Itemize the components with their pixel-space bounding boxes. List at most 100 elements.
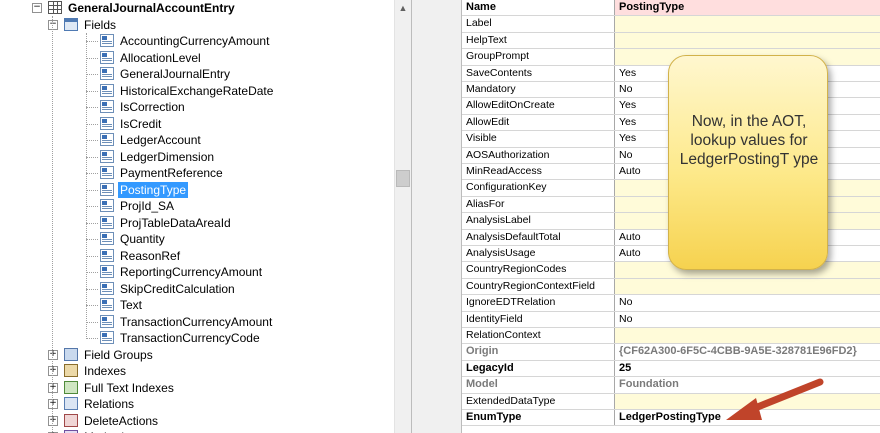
expand-icon[interactable]: + bbox=[48, 399, 58, 409]
property-name: AnalysisLabel bbox=[462, 213, 615, 229]
property-name: ConfigurationKey bbox=[462, 180, 615, 196]
expand-icon[interactable]: + bbox=[48, 382, 58, 393]
tree-node-postingtype[interactable]: PostingType bbox=[0, 181, 394, 198]
property-row-origin[interactable]: Origin {CF62A300-6F5C-4CBB-9A5E-328781E96… bbox=[462, 344, 880, 361]
tree-node-transactioncurrencyamount[interactable]: TransactionCurrencyAmount bbox=[0, 314, 394, 330]
property-name: Visible bbox=[462, 131, 615, 147]
property-row-identityfield[interactable]: IdentityField No bbox=[462, 311, 880, 328]
tree-scrollbar[interactable]: ▲ bbox=[394, 0, 411, 433]
tree-node-label: IsCredit bbox=[120, 116, 162, 131]
tree-node-accountingcurrencyamount[interactable]: AccountingCurrencyAmount bbox=[0, 33, 394, 49]
expand-icon[interactable]: + bbox=[48, 349, 58, 360]
field-icon bbox=[100, 67, 114, 80]
tree-connector bbox=[86, 239, 98, 240]
tree-node-label: HistoricalExchangeRateDate bbox=[120, 83, 274, 98]
property-name: RelationContext bbox=[462, 328, 615, 344]
tree-connector bbox=[86, 107, 98, 108]
tree-node-full-text-indexes[interactable]: + Full Text Indexes bbox=[0, 380, 394, 396]
tree-node-transactioncurrencycode[interactable]: TransactionCurrencyCode bbox=[0, 330, 394, 346]
property-value[interactable] bbox=[615, 328, 880, 344]
indexes-icon bbox=[64, 364, 78, 377]
tree-connector bbox=[86, 123, 98, 125]
property-row-name[interactable]: Name PostingType bbox=[462, 0, 880, 17]
field-icon bbox=[100, 182, 114, 196]
property-name: AnalysisUsage bbox=[462, 246, 615, 262]
tree-node-indexes[interactable]: + Indexes bbox=[0, 363, 394, 379]
tree-node-quantity[interactable]: Quantity bbox=[0, 231, 394, 247]
tree-node-reportingcurrencyamount[interactable]: ReportingCurrencyAmount bbox=[0, 264, 394, 280]
full-text-indexes-icon bbox=[64, 380, 78, 394]
tree-node-label: GeneralJournalEntry bbox=[120, 67, 231, 81]
tree-node-fields[interactable]: − Fields bbox=[0, 17, 394, 33]
property-name: Model bbox=[462, 377, 615, 393]
property-value[interactable] bbox=[615, 32, 880, 49]
property-name: EnumType bbox=[462, 410, 615, 426]
property-row-ignoreedtrelation[interactable]: IgnoreEDTRelation No bbox=[462, 295, 880, 312]
property-value[interactable]: {CF62A300-6F5C-4CBB-9A5E-328781E96FD2} bbox=[615, 344, 880, 359]
tree-connector bbox=[86, 189, 98, 191]
field-icon bbox=[100, 265, 114, 278]
property-row-countryregioncontextfield[interactable]: CountryRegionContextField bbox=[462, 278, 880, 296]
relations-icon bbox=[64, 397, 78, 410]
tree-node-label: PaymentReference bbox=[120, 166, 223, 180]
tree-node-iscorrection[interactable]: IsCorrection bbox=[0, 99, 394, 115]
property-value[interactable] bbox=[615, 16, 880, 32]
tree-node-methods[interactable]: +Methods bbox=[0, 429, 394, 433]
tree-node-deleteactions[interactable]: + DeleteActions bbox=[0, 413, 394, 429]
tree-node-label: ReasonRef bbox=[120, 248, 181, 263]
tree-connector bbox=[86, 222, 98, 224]
tree-node-ledgeraccount[interactable]: LedgerAccount bbox=[0, 132, 394, 148]
table-icon bbox=[48, 1, 62, 14]
field-icon bbox=[100, 232, 114, 245]
splitter[interactable] bbox=[411, 0, 462, 433]
tree-node-paymentreference[interactable]: PaymentReference bbox=[0, 165, 394, 181]
tree-node-generaljournalentry[interactable]: GeneralJournalEntry bbox=[0, 66, 394, 82]
tree-node-skipcreditcalculation[interactable]: SkipCreditCalculation bbox=[0, 281, 394, 297]
property-value[interactable]: 25 bbox=[615, 361, 880, 376]
tree-node-projid-sa[interactable]: ProjId_SA bbox=[0, 198, 394, 214]
tree-node-allocationlevel[interactable]: AllocationLevel bbox=[0, 50, 394, 66]
collapse-icon[interactable]: − bbox=[48, 19, 58, 30]
property-value[interactable]: No bbox=[615, 295, 880, 310]
tree-connector bbox=[86, 305, 98, 306]
tree-connector bbox=[86, 338, 98, 339]
aot-tree-pane[interactable]: − GeneralJournalAccountEntry − Fields Accoun… bbox=[0, 0, 411, 433]
tree-node-label: Indexes bbox=[84, 364, 127, 378]
property-value[interactable] bbox=[615, 278, 880, 295]
property-row-label[interactable]: Label bbox=[462, 16, 880, 33]
expand-icon[interactable]: + bbox=[48, 415, 58, 426]
tree-node-label: GeneralJournalAccountEntry bbox=[68, 1, 235, 15]
property-name: SaveContents bbox=[462, 65, 615, 81]
property-value[interactable]: PostingType bbox=[615, 0, 880, 16]
property-row-relationcontext[interactable]: RelationContext bbox=[462, 328, 880, 345]
property-name: ExtendedDataType bbox=[462, 393, 615, 409]
tree-connector bbox=[86, 33, 87, 339]
tree-node-generaljournalaccountentry[interactable]: − GeneralJournalAccountEntry bbox=[0, 0, 394, 16]
property-row-helptext[interactable]: HelpText bbox=[462, 32, 880, 50]
property-name: Mandatory bbox=[462, 82, 615, 98]
tree-node-label: TransactionCurrencyAmount bbox=[120, 314, 273, 329]
tree-node-projtabledataareaid[interactable]: ProjTableDataAreaId bbox=[0, 215, 394, 231]
tree-node-relations[interactable]: + Relations bbox=[0, 396, 394, 412]
tree-node-field-groups[interactable]: + Field Groups bbox=[0, 347, 394, 363]
property-name: CountryRegionContextField bbox=[462, 278, 615, 295]
tree-node-label: Text bbox=[120, 298, 143, 312]
tree-node-label: AllocationLevel bbox=[120, 50, 201, 65]
tree-node-label: AccountingCurrencyAmount bbox=[120, 34, 270, 48]
tree-node-historicalexchangeratedate[interactable]: HistoricalExchangeRateDate bbox=[0, 83, 394, 99]
property-name: GroupPrompt bbox=[462, 49, 615, 65]
tree-node-reasonref[interactable]: ReasonRef bbox=[0, 248, 394, 264]
scroll-up-icon[interactable]: ▲ bbox=[395, 0, 411, 17]
tree-node-text[interactable]: Text bbox=[0, 297, 394, 313]
tree-node-iscredit[interactable]: IsCredit bbox=[0, 116, 394, 132]
scrollbar-thumb[interactable] bbox=[396, 170, 410, 187]
tree-connector bbox=[86, 90, 98, 92]
expand-icon[interactable]: + bbox=[48, 366, 58, 376]
property-value[interactable]: No bbox=[615, 312, 880, 327]
tree-node-ledgerdimension[interactable]: LedgerDimension bbox=[0, 149, 394, 165]
property-name: Name bbox=[462, 0, 615, 16]
tree-node-label: ProjId_SA bbox=[120, 199, 175, 213]
property-row-legacyid[interactable]: LegacyId 25 bbox=[462, 360, 880, 378]
tree-connector bbox=[86, 140, 98, 141]
collapse-icon[interactable]: − bbox=[32, 3, 42, 13]
